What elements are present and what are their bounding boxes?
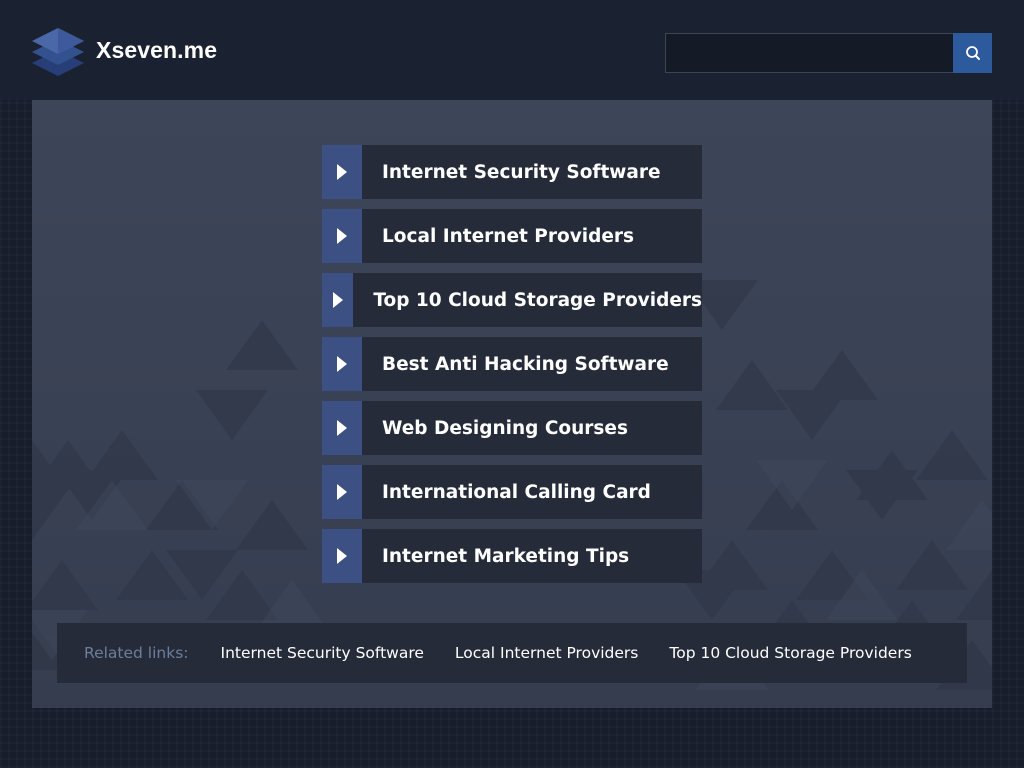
main-panel: Internet Security Software Local Interne…	[32, 100, 992, 708]
play-triangle-icon	[337, 548, 347, 564]
search-icon	[965, 46, 980, 60]
link-label: Local Internet Providers	[362, 209, 702, 263]
play-triangle-icon	[337, 356, 347, 372]
link-arrow-box	[322, 145, 362, 199]
link-arrow-box	[322, 401, 362, 455]
link-item[interactable]: Internet Marketing Tips	[322, 529, 702, 583]
site-name: Xseven.me	[96, 36, 218, 63]
featured-links: Internet Security Software Local Interne…	[322, 145, 702, 593]
search-input[interactable]	[665, 33, 953, 73]
play-triangle-icon	[337, 164, 347, 180]
play-triangle-icon	[332, 292, 343, 308]
link-item[interactable]: Top 10 Cloud Storage Providers	[322, 273, 702, 327]
play-triangle-icon	[337, 228, 347, 244]
link-arrow-box	[322, 529, 362, 583]
related-links-bar: Related links: Internet Security Softwar…	[57, 623, 967, 683]
link-arrow-box	[322, 209, 362, 263]
stacked-layers-icon	[32, 28, 84, 76]
link-arrow-box	[322, 465, 362, 519]
link-label: Internet Security Software	[362, 145, 702, 199]
link-label: Internet Marketing Tips	[362, 529, 702, 583]
link-item[interactable]: International Calling Card	[322, 465, 702, 519]
link-label: International Calling Card	[362, 465, 702, 519]
related-link[interactable]: Local Internet Providers	[455, 644, 638, 662]
search-button[interactable]	[953, 33, 992, 73]
link-label: Web Designing Courses	[362, 401, 702, 455]
site-header: Xseven.me	[0, 0, 1024, 100]
link-item[interactable]: Local Internet Providers	[322, 209, 702, 263]
link-item[interactable]: Best Anti Hacking Software	[322, 337, 702, 391]
play-triangle-icon	[337, 484, 347, 500]
site-logo[interactable]: Xseven.me	[30, 20, 240, 80]
related-links-title: Related links:	[84, 644, 189, 662]
link-label: Top 10 Cloud Storage Providers	[353, 273, 702, 327]
link-label: Best Anti Hacking Software	[362, 337, 702, 391]
play-triangle-icon	[337, 420, 347, 436]
search-form	[665, 33, 992, 73]
link-item[interactable]: Web Designing Courses	[322, 401, 702, 455]
related-link[interactable]: Internet Security Software	[221, 644, 424, 662]
link-arrow-box	[322, 337, 362, 391]
related-link[interactable]: Top 10 Cloud Storage Providers	[669, 644, 911, 662]
link-arrow-box	[322, 273, 354, 327]
link-item[interactable]: Internet Security Software	[322, 145, 702, 199]
